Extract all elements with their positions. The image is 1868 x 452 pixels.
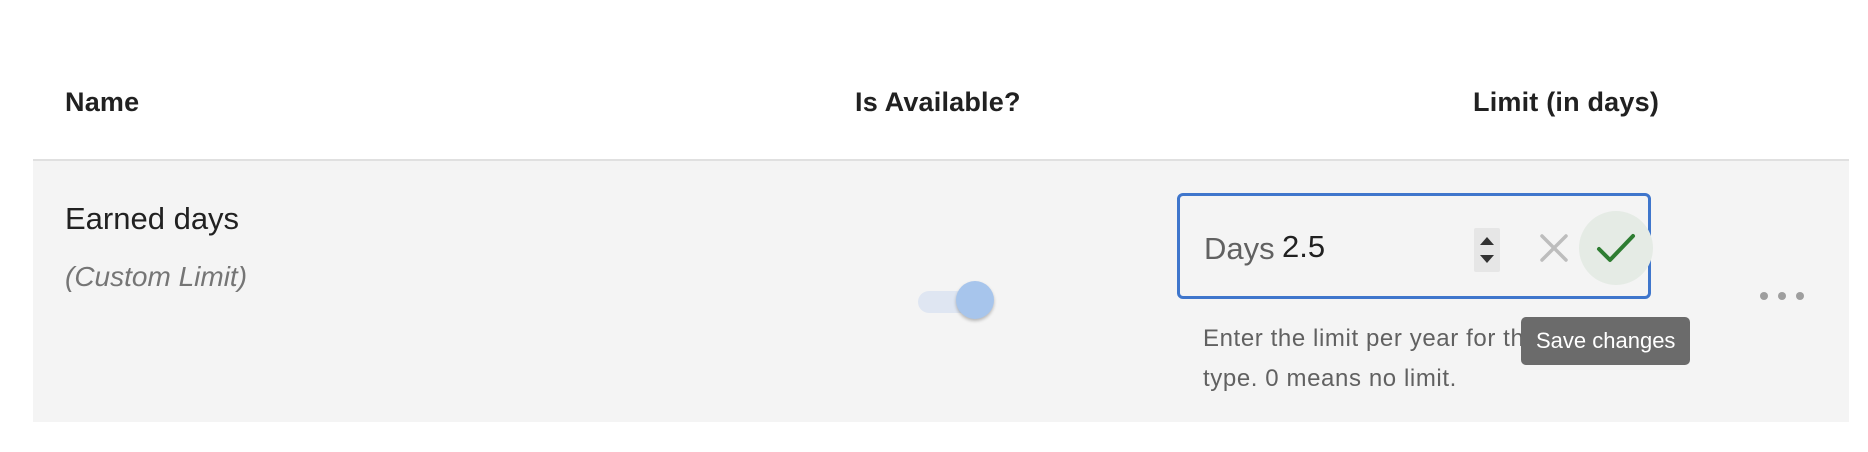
availability-toggle[interactable] [918, 281, 994, 321]
close-icon [1540, 234, 1568, 262]
limit-input[interactable] [1282, 226, 1432, 268]
toggle-knob [956, 281, 994, 319]
more-horizontal-icon [1760, 292, 1768, 300]
leave-types-table: Name Is Available? Limit (in days) Earne… [33, 55, 1849, 422]
check-icon [1597, 234, 1635, 262]
column-header-name[interactable]: Name [65, 87, 139, 118]
leave-type-name: Earned days [65, 201, 240, 236]
save-changes-button[interactable] [1579, 211, 1653, 285]
more-horizontal-icon [1796, 292, 1804, 300]
column-header-available[interactable]: Is Available? [855, 87, 1021, 118]
save-changes-tooltip: Save changes [1521, 317, 1691, 365]
stepper-down-icon[interactable] [1480, 255, 1494, 263]
more-options-button[interactable] [1759, 281, 1805, 311]
more-horizontal-icon [1778, 292, 1786, 300]
limit-field: Days [1177, 193, 1653, 299]
stepper-up-icon[interactable] [1480, 237, 1494, 245]
number-stepper-icon[interactable] [1474, 228, 1500, 272]
column-header-limit[interactable]: Limit (in days) [1473, 87, 1659, 118]
table-header: Name Is Available? Limit (in days) [33, 55, 1849, 161]
leave-type-limit-kind: (Custom Limit) [65, 261, 248, 292]
cancel-edit-button[interactable] [1532, 226, 1576, 270]
limit-field-prefix: Days [1204, 231, 1275, 266]
table-row: Earned days (Custom Limit) Days 2.5 Ente… [33, 161, 1849, 422]
